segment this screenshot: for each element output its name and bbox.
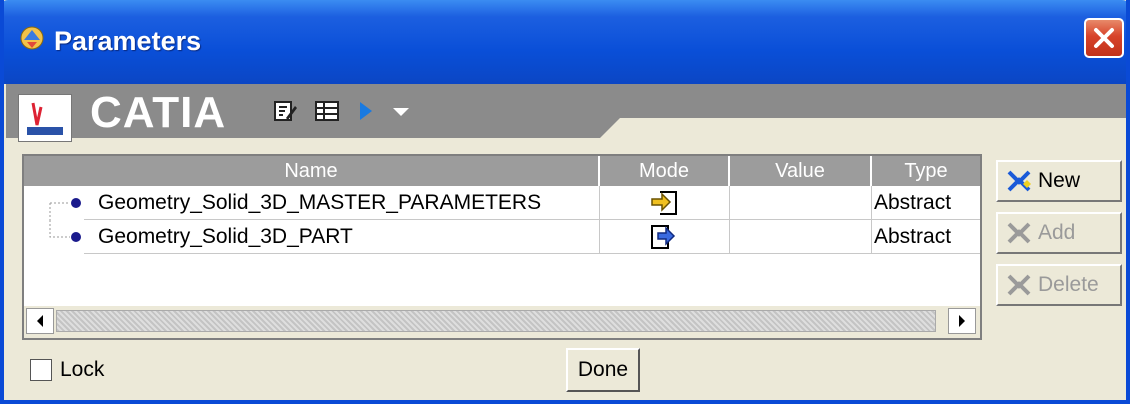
add-parameter-icon: [1007, 222, 1031, 244]
export-icon: [651, 225, 676, 249]
scroll-left-button[interactable]: [26, 308, 54, 334]
scroll-track[interactable]: [56, 310, 936, 332]
column-header-value[interactable]: Value: [730, 156, 872, 186]
arrow-right-icon: [959, 315, 965, 327]
close-button[interactable]: [1084, 18, 1124, 58]
window-title: Parameters: [54, 26, 202, 56]
lock-option[interactable]: Lock: [30, 358, 104, 382]
table-row[interactable]: Geometry_Solid_3D_PART Abstract: [24, 220, 980, 254]
parameters-table: Name Mode Value Type Geometry_Solid_3D_M…: [22, 154, 982, 340]
mode-cell[interactable]: [600, 220, 730, 254]
delete-button[interactable]: Delete: [996, 264, 1122, 306]
mode-cell[interactable]: [600, 186, 730, 220]
toolbar-notch: [620, 118, 1126, 140]
new-button-label: New: [1038, 169, 1081, 192]
type-cell: Abstract: [872, 220, 980, 254]
catia-logo-icon: [18, 94, 72, 142]
parameters-app-icon: [20, 26, 44, 50]
play-icon[interactable]: [354, 98, 380, 124]
add-button[interactable]: Add: [996, 212, 1122, 254]
title-bar[interactable]: Parameters: [4, 0, 1126, 84]
lock-label: Lock: [60, 358, 105, 381]
parameter-name: Geometry_Solid_3D_MASTER_PARAMETERS: [84, 186, 600, 220]
table-icon[interactable]: [314, 98, 340, 124]
catia-brand: CATIA: [90, 88, 227, 137]
tree-connector: [49, 220, 81, 242]
tree-connector: [49, 198, 81, 220]
new-button[interactable]: New: [996, 160, 1122, 202]
edit-icon[interactable]: [272, 98, 298, 124]
scroll-right-button[interactable]: [948, 308, 976, 334]
value-cell[interactable]: [730, 186, 872, 220]
new-parameter-icon: [1007, 170, 1031, 192]
done-button-label: Done: [577, 358, 629, 381]
parameters-dialog: Parameters CATIA Name Mode Value Type Ge…: [0, 0, 1130, 404]
horizontal-scrollbar[interactable]: [24, 306, 980, 338]
column-header-type[interactable]: Type: [872, 156, 980, 186]
delete-button-label: Delete: [1038, 273, 1099, 296]
parameter-name: Geometry_Solid_3D_PART: [84, 220, 600, 254]
add-button-label: Add: [1038, 221, 1076, 244]
table-row[interactable]: Geometry_Solid_3D_MASTER_PARAMETERS Abst…: [24, 186, 980, 220]
delete-parameter-icon: [1007, 274, 1031, 296]
toolbar-slope: [600, 118, 620, 138]
close-icon: [1094, 28, 1114, 48]
type-cell: Abstract: [872, 186, 980, 220]
import-icon: [651, 191, 677, 215]
lock-checkbox[interactable]: [30, 359, 52, 381]
chevron-down-icon[interactable]: [388, 98, 414, 124]
arrow-left-icon: [37, 315, 43, 327]
done-button[interactable]: Done: [566, 348, 640, 392]
column-header-mode[interactable]: Mode: [600, 156, 730, 186]
column-header-name[interactable]: Name: [24, 156, 600, 186]
value-cell[interactable]: [730, 220, 872, 254]
